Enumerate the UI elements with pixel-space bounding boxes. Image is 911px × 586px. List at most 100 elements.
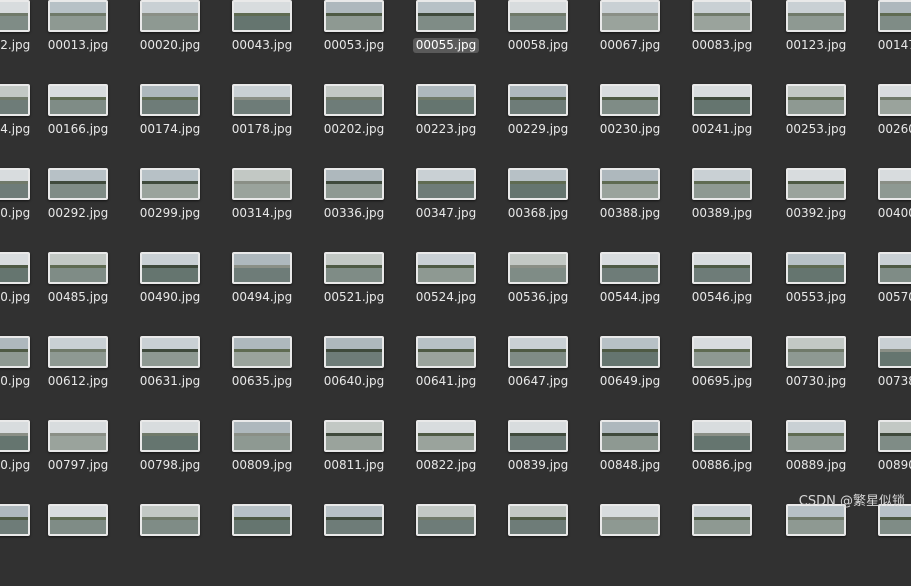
image-thumbnail[interactable]	[600, 168, 660, 200]
image-thumbnail[interactable]	[140, 0, 200, 32]
file-item[interactable]	[862, 502, 911, 586]
image-thumbnail[interactable]	[140, 252, 200, 284]
file-item[interactable]: 00635.jpg	[216, 334, 308, 418]
file-item[interactable]: 00174.jpg	[124, 82, 216, 166]
image-thumbnail[interactable]	[692, 0, 752, 32]
image-thumbnail[interactable]	[48, 336, 108, 368]
file-item[interactable]: 00314.jpg	[216, 166, 308, 250]
image-thumbnail[interactable]	[140, 84, 200, 116]
image-thumbnail[interactable]	[48, 420, 108, 452]
image-thumbnail[interactable]	[416, 0, 476, 32]
image-thumbnail[interactable]	[508, 0, 568, 32]
image-thumbnail[interactable]	[878, 84, 911, 116]
image-thumbnail[interactable]	[140, 420, 200, 452]
image-thumbnail[interactable]	[416, 420, 476, 452]
image-thumbnail[interactable]	[324, 0, 384, 32]
image-thumbnail[interactable]	[324, 336, 384, 368]
file-item[interactable]: 00299.jpg	[124, 166, 216, 250]
file-item[interactable]	[216, 502, 308, 586]
file-item[interactable]: 00336.jpg	[308, 166, 400, 250]
file-item[interactable]: 00798.jpg	[124, 418, 216, 502]
image-thumbnail[interactable]	[878, 252, 911, 284]
file-item[interactable]: 00013.jpg	[32, 0, 124, 82]
file-item[interactable]	[308, 502, 400, 586]
image-thumbnail[interactable]	[508, 168, 568, 200]
image-thumbnail[interactable]	[232, 252, 292, 284]
image-thumbnail[interactable]	[600, 420, 660, 452]
file-item[interactable]: 00043.jpg	[216, 0, 308, 82]
image-thumbnail[interactable]	[0, 504, 30, 536]
image-thumbnail[interactable]	[48, 168, 108, 200]
image-thumbnail[interactable]	[140, 504, 200, 536]
image-thumbnail[interactable]	[508, 252, 568, 284]
file-item[interactable]: 00494.jpg	[216, 250, 308, 334]
file-item[interactable]: 00178.jpg	[216, 82, 308, 166]
file-item[interactable]: 00490.jpg	[124, 250, 216, 334]
image-thumbnail[interactable]	[48, 84, 108, 116]
image-thumbnail[interactable]	[0, 252, 30, 284]
file-item[interactable]: 00400.jpg	[862, 166, 911, 250]
image-thumbnail[interactable]	[600, 336, 660, 368]
image-thumbnail[interactable]	[324, 504, 384, 536]
image-thumbnail[interactable]	[600, 252, 660, 284]
file-item[interactable]: 00641.jpg	[400, 334, 492, 418]
file-item[interactable]: 00570.jpg	[862, 250, 911, 334]
file-item[interactable]: 00649.jpg	[584, 334, 676, 418]
image-thumbnail[interactable]	[692, 420, 752, 452]
image-thumbnail[interactable]	[324, 168, 384, 200]
image-thumbnail[interactable]	[878, 420, 911, 452]
image-thumbnail[interactable]	[786, 336, 846, 368]
image-thumbnail[interactable]	[786, 420, 846, 452]
file-item[interactable]: 00053.jpg	[308, 0, 400, 82]
image-thumbnail[interactable]	[508, 84, 568, 116]
file-item[interactable]: 00388.jpg	[584, 166, 676, 250]
file-item[interactable]: 00020.jpg	[124, 0, 216, 82]
image-thumbnail[interactable]	[232, 168, 292, 200]
file-item[interactable]	[32, 502, 124, 586]
file-item[interactable]: 00797.jpg	[32, 418, 124, 502]
image-thumbnail[interactable]	[140, 336, 200, 368]
file-item[interactable]: 00553.jpg	[770, 250, 862, 334]
file-item[interactable]: 00389.jpg	[676, 166, 768, 250]
image-thumbnail[interactable]	[232, 420, 292, 452]
file-item[interactable]: 00730.jpg	[770, 334, 862, 418]
file-item[interactable]: 00848.jpg	[584, 418, 676, 502]
image-thumbnail[interactable]	[0, 336, 30, 368]
image-thumbnail[interactable]	[786, 168, 846, 200]
image-thumbnail[interactable]	[48, 504, 108, 536]
image-thumbnail[interactable]	[692, 252, 752, 284]
file-item[interactable]: 00347.jpg	[400, 166, 492, 250]
image-thumbnail[interactable]	[416, 84, 476, 116]
file-item[interactable]: 00695.jpg	[676, 334, 768, 418]
file-item[interactable]: 00260.jpg	[862, 82, 911, 166]
file-item[interactable]: 00822.jpg	[400, 418, 492, 502]
file-item[interactable]: 00524.jpg	[400, 250, 492, 334]
image-thumbnail[interactable]	[878, 168, 911, 200]
image-thumbnail[interactable]	[416, 252, 476, 284]
image-thumbnail[interactable]	[232, 84, 292, 116]
file-item[interactable]	[124, 502, 216, 586]
file-item[interactable]: 00241.jpg	[676, 82, 768, 166]
file-item[interactable]	[400, 502, 492, 586]
image-thumbnail[interactable]	[48, 0, 108, 32]
file-item[interactable]: 00392.jpg	[770, 166, 862, 250]
image-thumbnail[interactable]	[692, 84, 752, 116]
file-item[interactable]: 00536.jpg	[492, 250, 584, 334]
file-item[interactable]: 00223.jpg	[400, 82, 492, 166]
file-item[interactable]: 00521.jpg	[308, 250, 400, 334]
file-item[interactable]: 00147.jpg	[862, 0, 911, 82]
image-thumbnail[interactable]	[878, 0, 911, 32]
image-thumbnail[interactable]	[324, 84, 384, 116]
file-item[interactable]	[492, 502, 584, 586]
image-thumbnail[interactable]	[324, 420, 384, 452]
image-thumbnail[interactable]	[232, 0, 292, 32]
file-item[interactable]	[676, 502, 768, 586]
file-item[interactable]: 00485.jpg	[32, 250, 124, 334]
image-thumbnail[interactable]	[692, 336, 752, 368]
file-item[interactable]: 00647.jpg	[492, 334, 584, 418]
file-item[interactable]: 00886.jpg	[676, 418, 768, 502]
image-thumbnail[interactable]	[416, 336, 476, 368]
file-item[interactable]: 00083.jpg	[676, 0, 768, 82]
image-thumbnail[interactable]	[416, 504, 476, 536]
file-item[interactable]: 00809.jpg	[216, 418, 308, 502]
